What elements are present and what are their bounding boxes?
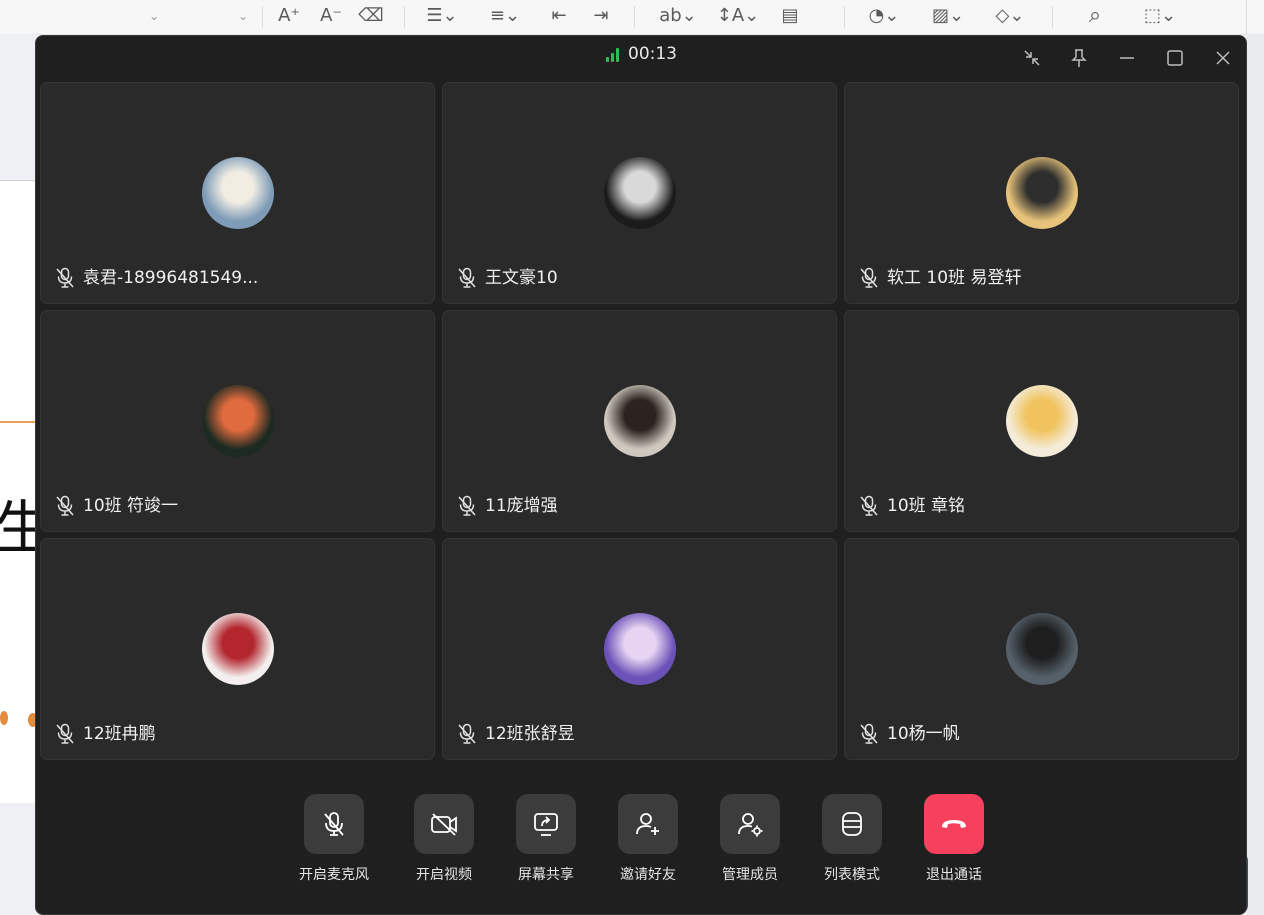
avatar <box>604 613 676 685</box>
call-titlebar[interactable]: 00:13 <box>36 36 1246 76</box>
avatar <box>202 613 274 685</box>
font-increase-icon[interactable]: A⁺ <box>276 3 302 29</box>
increase-indent-icon[interactable]: ⇥ <box>588 3 614 29</box>
text-box-icon[interactable]: ▤ <box>776 3 804 29</box>
mic-off-label: 开启麦克风 <box>299 867 369 883</box>
avatar <box>1006 385 1078 457</box>
manage-members-button[interactable]: 管理成员 <box>710 794 790 884</box>
add-user-icon[interactable] <box>618 794 678 854</box>
bullet-list-icon[interactable]: ☰⌄ <box>422 3 462 29</box>
hang-up-icon[interactable] <box>924 794 984 854</box>
select-icon[interactable]: ⬚⌄ <box>1138 3 1182 29</box>
pin-icon[interactable] <box>1067 46 1091 70</box>
page-divider <box>0 421 36 423</box>
hang-up-label: 退出通话 <box>926 867 982 883</box>
mic-muted-icon <box>859 495 879 517</box>
call-controls: 开启麦克风 开启视频 屏幕共享 邀请好友 管理成员 列表模式 退出通话 <box>36 792 1246 902</box>
fill-icon[interactable]: ◇⌄ <box>988 3 1032 29</box>
add-user-button[interactable]: 邀请好友 <box>608 794 688 884</box>
participant-tile[interactable]: 王文豪10 <box>442 82 837 304</box>
participant-tile[interactable]: 11庞增强 <box>442 310 837 532</box>
participant-name: 10杨一帆 <box>887 724 960 744</box>
mic-muted-icon <box>55 495 75 517</box>
dropdown-arrow-icon[interactable]: ⌄ <box>234 3 252 29</box>
participant-name: 11庞增强 <box>485 496 558 516</box>
participant-name: 12班张舒昱 <box>485 724 575 744</box>
avatar <box>604 157 676 229</box>
avatar <box>202 385 274 457</box>
mic-muted-icon <box>457 495 477 517</box>
background-document-page: 生 <box>0 180 52 803</box>
avatar <box>1006 613 1078 685</box>
participant-tile[interactable]: 软工 10班 易登轩 <box>844 82 1239 304</box>
hang-up-button[interactable]: 退出通话 <box>914 794 994 884</box>
shape-icon[interactable]: ◔⌄ <box>862 3 906 29</box>
mic-off-icon[interactable] <box>304 794 364 854</box>
avatar <box>202 157 274 229</box>
camera-off-icon[interactable] <box>414 794 474 854</box>
mic-muted-icon <box>457 723 477 745</box>
participant-tile[interactable]: 袁君-18996481549... <box>40 82 435 304</box>
clear-format-icon[interactable]: ⌫ <box>358 3 384 29</box>
maximize-icon[interactable] <box>1163 46 1187 70</box>
participant-tile[interactable]: 10班 符竣一 <box>40 310 435 532</box>
background-right-pane <box>1246 34 1264 915</box>
shrink-icon[interactable] <box>1020 46 1044 70</box>
list-mode-icon[interactable] <box>822 794 882 854</box>
avatar <box>604 385 676 457</box>
call-window: 00:13 袁君-18996481549... 王文豪10 软工 10班 易登轩 10… <box>35 35 1247 915</box>
minimize-icon[interactable] <box>1115 46 1139 70</box>
participant-name: 10班 章铭 <box>887 496 966 516</box>
participant-name: 王文豪10 <box>485 268 558 288</box>
screen-share-label: 屏幕共享 <box>518 867 574 883</box>
dropdown-arrow-icon[interactable]: ⌄ <box>145 3 163 29</box>
participant-name: 袁君-18996481549... <box>83 268 259 288</box>
close-icon[interactable] <box>1211 46 1235 70</box>
mic-muted-icon <box>55 723 75 745</box>
screen-share-icon[interactable] <box>516 794 576 854</box>
avatar <box>1006 157 1078 229</box>
list-mode-button[interactable]: 列表模式 <box>812 794 892 884</box>
mic-muted-icon <box>55 267 75 289</box>
screen-share-button[interactable]: 屏幕共享 <box>506 794 586 884</box>
image-icon[interactable]: ▨⌄ <box>926 3 970 29</box>
background-toolbar: ⌄ ⌄ A⁺ A⁻ ⌫ ☰⌄ ≡⌄ ⇤ ⇥ ab⌄ ↕A⌄ ▤ ◔⌄ ▨⌄ ◇⌄… <box>0 0 1264 35</box>
participant-name: 10班 符竣一 <box>83 496 179 516</box>
mic-muted-icon <box>859 267 879 289</box>
mic-off-button[interactable]: 开启麦克风 <box>294 794 374 884</box>
camera-off-button[interactable]: 开启视频 <box>404 794 484 884</box>
participant-tile[interactable]: 12班张舒昱 <box>442 538 837 760</box>
text-style-icon[interactable]: ab⌄ <box>656 3 700 29</box>
manage-members-label: 管理成员 <box>722 867 778 883</box>
participant-tile[interactable]: 10杨一帆 <box>844 538 1239 760</box>
font-decrease-icon[interactable]: A⁻ <box>318 3 344 29</box>
line-spacing-icon[interactable]: ↕A⌄ <box>716 3 760 29</box>
call-timer: 00:13 <box>628 44 677 64</box>
participant-tile[interactable]: 10班 章铭 <box>844 310 1239 532</box>
camera-off-label: 开启视频 <box>416 867 472 883</box>
list-mode-label: 列表模式 <box>824 867 880 883</box>
add-user-label: 邀请好友 <box>620 867 676 883</box>
mic-muted-icon <box>457 267 477 289</box>
numbered-list-icon[interactable]: ≡⌄ <box>484 3 526 29</box>
participant-name: 软工 10班 易登轩 <box>887 268 1022 288</box>
decrease-indent-icon[interactable]: ⇤ <box>546 3 572 29</box>
participant-name: 12班冉鹏 <box>83 724 156 744</box>
search-icon[interactable]: ⌕ <box>1080 3 1110 29</box>
signal-strength-icon <box>606 48 622 62</box>
participant-tile[interactable]: 12班冉鹏 <box>40 538 435 760</box>
manage-members-icon[interactable] <box>720 794 780 854</box>
page-decoration <box>0 711 8 725</box>
mic-muted-icon <box>859 723 879 745</box>
